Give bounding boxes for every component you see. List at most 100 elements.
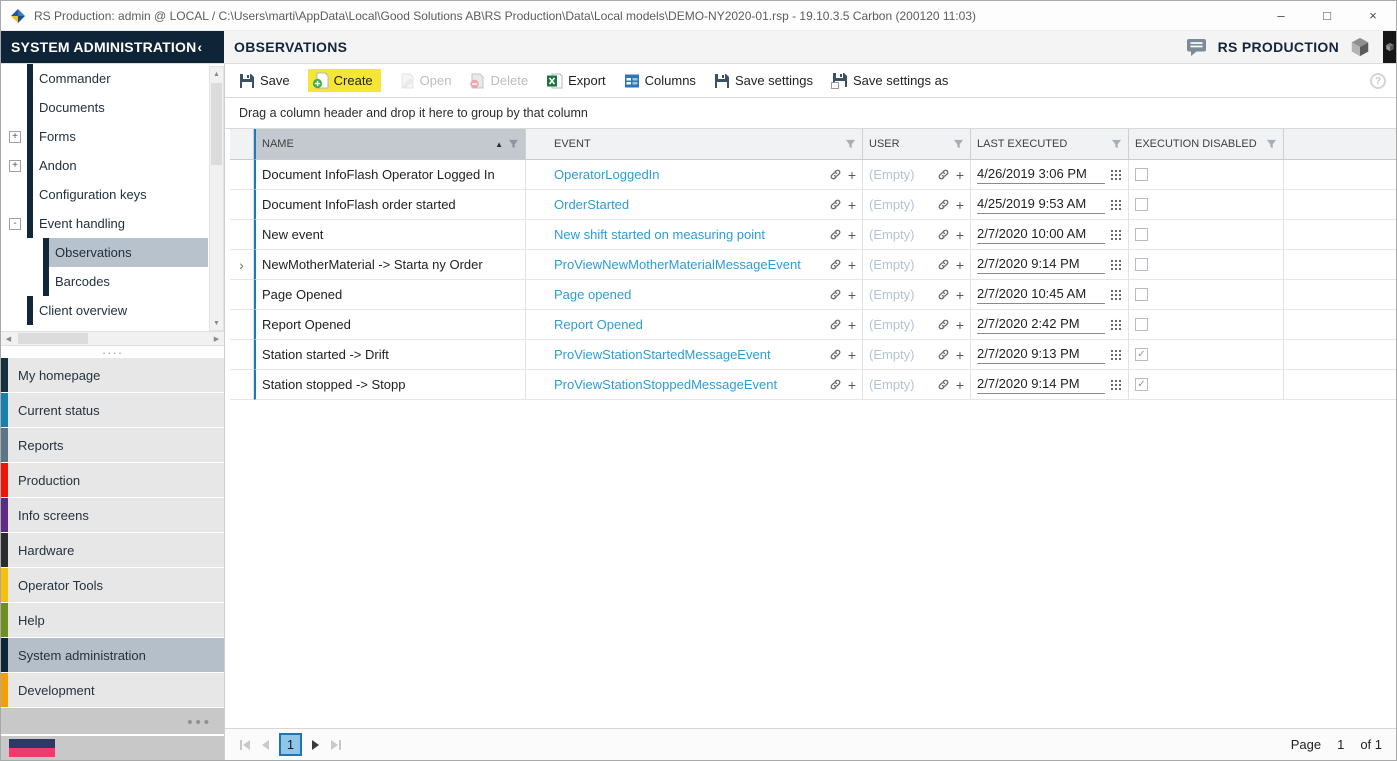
add-icon[interactable]: + <box>848 288 856 302</box>
sidebar-nav-item[interactable]: Current status <box>1 393 224 427</box>
help-button[interactable]: ? <box>1370 73 1386 89</box>
event-link[interactable]: Page opened <box>554 287 631 302</box>
add-icon[interactable]: + <box>956 288 964 302</box>
save-settings-button[interactable]: Save settings <box>714 73 813 89</box>
open-button[interactable]: Open <box>399 73 452 89</box>
last-executed-cell[interactable]: 4/25/2019 9:53 AM <box>971 190 1129 220</box>
next-page-button[interactable] <box>311 740 321 750</box>
link-icon[interactable] <box>829 348 842 361</box>
table-row[interactable]: Page Opened Page opened + (Empty) + <box>230 280 1396 310</box>
tree-item[interactable]: + Forms <box>1 122 208 151</box>
execution-disabled-cell[interactable] <box>1129 190 1284 220</box>
tree-expander-icon[interactable]: + <box>9 131 21 143</box>
date-picker-icon[interactable] <box>1110 259 1122 271</box>
event-cell[interactable]: Page opened + <box>526 280 863 310</box>
execution-disabled-checkbox[interactable]: ✓ <box>1135 348 1148 361</box>
table-row[interactable]: Document InfoFlash Operator Logged In Op… <box>230 160 1396 190</box>
scroll-right-icon[interactable]: ▶ <box>209 335 224 343</box>
event-link[interactable]: OrderStarted <box>554 197 629 212</box>
add-icon[interactable]: + <box>956 258 964 272</box>
name-cell[interactable]: NewMotherMaterial -> Starta ny Order <box>254 250 526 280</box>
execution-disabled-checkbox[interactable] <box>1135 228 1148 241</box>
scroll-down-icon[interactable]: ▼ <box>210 316 223 330</box>
filter-icon[interactable] <box>845 139 856 150</box>
execution-disabled-checkbox[interactable] <box>1135 318 1148 331</box>
current-page-button[interactable]: 1 <box>279 733 302 756</box>
last-executed-value[interactable]: 2/7/2020 9:14 PM <box>977 256 1105 274</box>
last-executed-value[interactable]: 4/25/2019 9:53 AM <box>977 196 1105 214</box>
last-executed-cell[interactable]: 2/7/2020 2:42 PM <box>971 310 1129 340</box>
user-cell[interactable]: (Empty) + <box>863 310 971 340</box>
nav-overflow-button[interactable]: ••• <box>187 714 212 731</box>
add-icon[interactable]: + <box>956 198 964 212</box>
tree-horizontal-scrollbar[interactable]: ◀ ▶ <box>1 331 224 346</box>
user-cell[interactable]: (Empty) + <box>863 280 971 310</box>
column-header-event[interactable]: EVENT <box>526 129 863 160</box>
last-executed-value[interactable]: 2/7/2020 10:45 AM <box>977 286 1105 304</box>
link-icon[interactable] <box>937 318 950 331</box>
event-cell[interactable]: OperatorLoggedIn + <box>526 160 863 190</box>
event-cell[interactable]: ProViewStationStartedMessageEvent + <box>526 340 863 370</box>
sidebar-nav-item[interactable]: Operator Tools <box>1 568 224 602</box>
name-cell[interactable]: Station started -> Drift <box>254 340 526 370</box>
add-icon[interactable]: + <box>848 198 856 212</box>
event-cell[interactable]: New shift started on measuring point + <box>526 220 863 250</box>
export-button[interactable]: Export <box>546 73 606 89</box>
link-icon[interactable] <box>829 318 842 331</box>
add-icon[interactable]: + <box>956 348 964 362</box>
execution-disabled-cell[interactable] <box>1129 220 1284 250</box>
execution-disabled-checkbox[interactable] <box>1135 168 1148 181</box>
date-picker-icon[interactable] <box>1110 229 1122 241</box>
tree-item[interactable]: Configuration keys <box>1 180 208 209</box>
name-cell[interactable]: Report Opened <box>254 310 526 340</box>
tree-item[interactable]: Commander <box>1 64 208 93</box>
add-icon[interactable]: + <box>848 228 856 242</box>
link-icon[interactable] <box>937 168 950 181</box>
scroll-left-icon[interactable]: ◀ <box>1 335 16 343</box>
sidebar-header[interactable]: SYSTEM ADMINISTRATION ‹ <box>1 31 224 63</box>
event-cell[interactable]: OrderStarted + <box>526 190 863 220</box>
table-row[interactable]: Report Opened Report Opened + (Empty) + <box>230 310 1396 340</box>
previous-page-button[interactable] <box>260 740 270 750</box>
sidebar-nav-item[interactable]: Info screens <box>1 498 224 532</box>
table-row[interactable]: Station started -> Drift ProViewStationS… <box>230 340 1396 370</box>
tree-expander-icon[interactable]: + <box>9 160 21 172</box>
event-link[interactable]: ProViewNewMotherMaterialMessageEvent <box>554 257 801 272</box>
create-button[interactable]: Create <box>308 69 381 92</box>
feedback-chat-icon[interactable] <box>1187 39 1208 56</box>
execution-disabled-checkbox[interactable] <box>1135 288 1148 301</box>
minimize-button[interactable]: – <box>1258 1 1304 30</box>
save-settings-as-button[interactable]: Save settings as <box>831 72 948 89</box>
sidebar-nav-item[interactable]: Help <box>1 603 224 637</box>
event-link[interactable]: ProViewStationStartedMessageEvent <box>554 347 771 362</box>
column-header-execution-disabled[interactable]: EXECUTION DISABLED <box>1129 129 1284 160</box>
scrollbar-thumb[interactable] <box>211 83 222 165</box>
date-picker-icon[interactable] <box>1110 319 1122 331</box>
table-row[interactable]: Station stopped -> Stopp ProViewStationS… <box>230 370 1396 400</box>
add-icon[interactable]: + <box>848 168 856 182</box>
date-picker-icon[interactable] <box>1110 379 1122 391</box>
tree-item[interactable]: Client overview <box>1 296 208 325</box>
link-icon[interactable] <box>829 168 842 181</box>
close-button[interactable]: × <box>1350 1 1396 30</box>
link-icon[interactable] <box>829 288 842 301</box>
event-link[interactable]: Report Opened <box>554 317 643 332</box>
column-header-user[interactable]: USER <box>863 129 971 160</box>
link-icon[interactable] <box>829 258 842 271</box>
last-executed-cell[interactable]: 2/7/2020 9:14 PM <box>971 250 1129 280</box>
sidebar-nav-item[interactable]: Production <box>1 463 224 497</box>
tree-expander-icon[interactable]: - <box>9 218 21 230</box>
filter-icon[interactable] <box>953 139 964 150</box>
collapse-sidebar-icon[interactable]: ‹ <box>197 39 202 55</box>
tree-item[interactable]: + Andon <box>1 151 208 180</box>
save-button[interactable]: Save <box>239 73 290 89</box>
maximize-button[interactable]: □ <box>1304 1 1350 30</box>
add-icon[interactable]: + <box>848 318 856 332</box>
link-icon[interactable] <box>937 198 950 211</box>
column-header-last-executed[interactable]: LAST EXECUTED <box>971 129 1129 160</box>
user-cell[interactable]: (Empty) + <box>863 220 971 250</box>
date-picker-icon[interactable] <box>1110 349 1122 361</box>
sidebar-nav-item[interactable]: My homepage <box>1 358 224 392</box>
table-row[interactable]: › NewMotherMaterial -> Starta ny Order P… <box>230 250 1396 280</box>
event-cell[interactable]: Report Opened + <box>526 310 863 340</box>
